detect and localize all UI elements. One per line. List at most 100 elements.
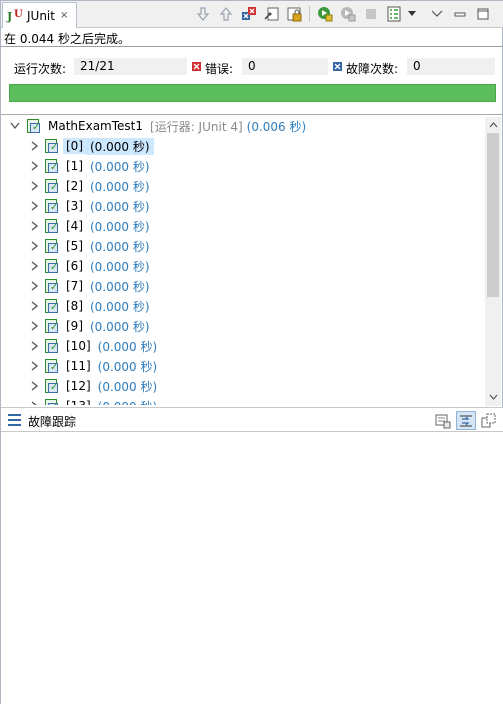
copy-trace-icon: [481, 413, 496, 427]
previous-failure-button[interactable]: [216, 4, 236, 24]
rerun-failed-first-button[interactable]: [338, 4, 358, 24]
failure-trace-area[interactable]: [1, 432, 503, 704]
progress-fill: [10, 85, 495, 101]
test-case-row[interactable]: ✓ [5] (0.000 秒): [29, 236, 150, 256]
next-failure-icon: [196, 7, 209, 21]
stop-button[interactable]: [361, 4, 381, 24]
test-case-row[interactable]: ✓ [13] (0.000 秒): [29, 396, 157, 405]
view-tab-bar: JU JUnit ⨯: [1, 1, 503, 28]
copy-trace-button[interactable]: [479, 411, 499, 430]
chevron-right-icon[interactable]: [29, 380, 41, 392]
test-run-history-button[interactable]: [384, 4, 404, 24]
test-case-time: (0.000 秒): [90, 199, 150, 214]
test-passed-icon: ✓: [43, 278, 59, 294]
test-case-time: (0.000 秒): [90, 319, 150, 334]
test-case-name: [4]: [66, 219, 83, 233]
maximize-icon: [477, 8, 488, 20]
runs-value: 21/21: [74, 58, 187, 75]
chevron-right-icon[interactable]: [29, 400, 41, 405]
show-failures-only-icon: [241, 7, 256, 20]
tree-scrollbar[interactable]: [485, 117, 501, 406]
scrollbar-thumb[interactable]: [487, 133, 499, 297]
test-case-time: (0.000 秒): [98, 398, 158, 406]
chevron-right-icon[interactable]: [29, 340, 41, 352]
history-dropdown-button[interactable]: [407, 4, 417, 24]
test-case-name: [10]: [66, 339, 91, 353]
test-case-time: (0.000 秒): [97, 379, 158, 394]
next-failure-button[interactable]: [193, 4, 213, 24]
runs-label: 运行次数:: [14, 62, 67, 76]
chevron-down-icon[interactable]: [9, 120, 21, 132]
test-case-row[interactable]: ✓ [12] (0.000 秒): [29, 376, 157, 396]
test-case-time: (0.000 秒): [90, 299, 150, 314]
test-passed-icon: ✓: [43, 318, 59, 334]
test-case-name: [5]: [66, 239, 83, 253]
history-lock-button[interactable]: [285, 4, 305, 24]
test-case-row[interactable]: ✓ [10] (0.000 秒): [29, 336, 157, 356]
show-failures-only-button[interactable]: [239, 4, 259, 24]
chevron-right-icon[interactable]: [29, 220, 41, 232]
chevron-right-icon[interactable]: [29, 200, 41, 212]
test-case-name: [7]: [66, 279, 83, 293]
scroll-up-icon[interactable]: [485, 118, 501, 132]
test-case-row[interactable]: ✓ [3] (0.000 秒): [29, 196, 150, 216]
filter-stack-trace-button[interactable]: [456, 411, 476, 430]
history-lock-icon: [287, 7, 301, 22]
test-case-row[interactable]: ✓ [0] (0.000 秒): [29, 136, 154, 156]
test-passed-icon: ✓: [43, 178, 59, 194]
test-passed-icon: ✓: [43, 338, 59, 354]
close-icon[interactable]: ⨯: [60, 10, 68, 21]
test-case-time: (0.000 秒): [90, 259, 150, 274]
scroll-lock-button[interactable]: [262, 4, 282, 24]
test-case-row[interactable]: ✓ [8] (0.000 秒): [29, 296, 150, 316]
scroll-down-icon[interactable]: [485, 390, 501, 404]
test-case-name: [0]: [63, 138, 86, 154]
test-case-row[interactable]: ✓ [7] (0.000 秒): [29, 276, 150, 296]
test-case-name: [9]: [66, 319, 83, 333]
test-case-row[interactable]: ✓ [1] (0.000 秒): [29, 156, 150, 176]
test-case-row[interactable]: ✓ [2] (0.000 秒): [29, 176, 150, 196]
test-case-row[interactable]: ✓ [11] (0.000 秒): [29, 356, 157, 376]
tab-junit[interactable]: JU JUnit ⨯: [2, 2, 77, 28]
test-case-row[interactable]: ✓ [4] (0.000 秒): [29, 216, 150, 236]
test-passed-icon: ✓: [43, 158, 59, 174]
test-case-time: (0.000 秒): [90, 239, 150, 254]
test-passed-icon: ✓: [43, 238, 59, 254]
chevron-right-icon[interactable]: [29, 280, 41, 292]
test-progress-bar: [9, 84, 496, 102]
compare-results-button[interactable]: [433, 411, 453, 430]
divider: [1, 46, 503, 47]
test-passed-icon: ✓: [43, 298, 59, 314]
chevron-right-icon[interactable]: [29, 360, 41, 372]
maximize-button[interactable]: [473, 4, 493, 24]
view-menu-button[interactable]: [427, 4, 447, 24]
failure-trace-header: 故障跟踪: [1, 407, 503, 432]
chevron-right-icon[interactable]: [29, 160, 41, 172]
test-passed-icon: ✓: [43, 138, 59, 154]
filter-stack-icon: [460, 415, 472, 426]
error-icon: [192, 62, 201, 71]
test-case-time: (0.000 秒): [86, 137, 154, 155]
test-case-row[interactable]: ✓ [6] (0.000 秒): [29, 256, 150, 276]
test-case-row[interactable]: ✓ [9] (0.000 秒): [29, 316, 150, 336]
test-case-name: [8]: [66, 299, 83, 313]
minimize-button[interactable]: [450, 4, 470, 24]
chevron-right-icon[interactable]: [29, 320, 41, 332]
test-tree: ✓ MathExamTest1 [运行器: JUnit 4] (0.006 秒)…: [1, 115, 487, 405]
chevron-right-icon[interactable]: [29, 180, 41, 192]
junit-icon: JU: [7, 8, 23, 23]
chevron-right-icon[interactable]: [29, 240, 41, 252]
counters-row: 运行次数: 21/21 错误: 0 故障次数: 0: [1, 57, 503, 77]
test-case-name: [11]: [66, 359, 91, 373]
stack-trace-icon: [8, 414, 21, 426]
scroll-lock-icon: [263, 7, 278, 21]
tree-root-row[interactable]: ✓ MathExamTest1 [运行器: JUnit 4] (0.006 秒): [9, 116, 306, 136]
chevron-right-icon[interactable]: [29, 300, 41, 312]
previous-failure-icon: [219, 7, 232, 21]
chevron-right-icon[interactable]: [29, 260, 41, 272]
rerun-button[interactable]: [315, 4, 335, 24]
chevron-right-icon[interactable]: [29, 140, 41, 152]
test-case-time: (0.000 秒): [90, 219, 150, 234]
test-case-name: [3]: [66, 199, 83, 213]
test-case-time: (0.000 秒): [90, 279, 150, 294]
